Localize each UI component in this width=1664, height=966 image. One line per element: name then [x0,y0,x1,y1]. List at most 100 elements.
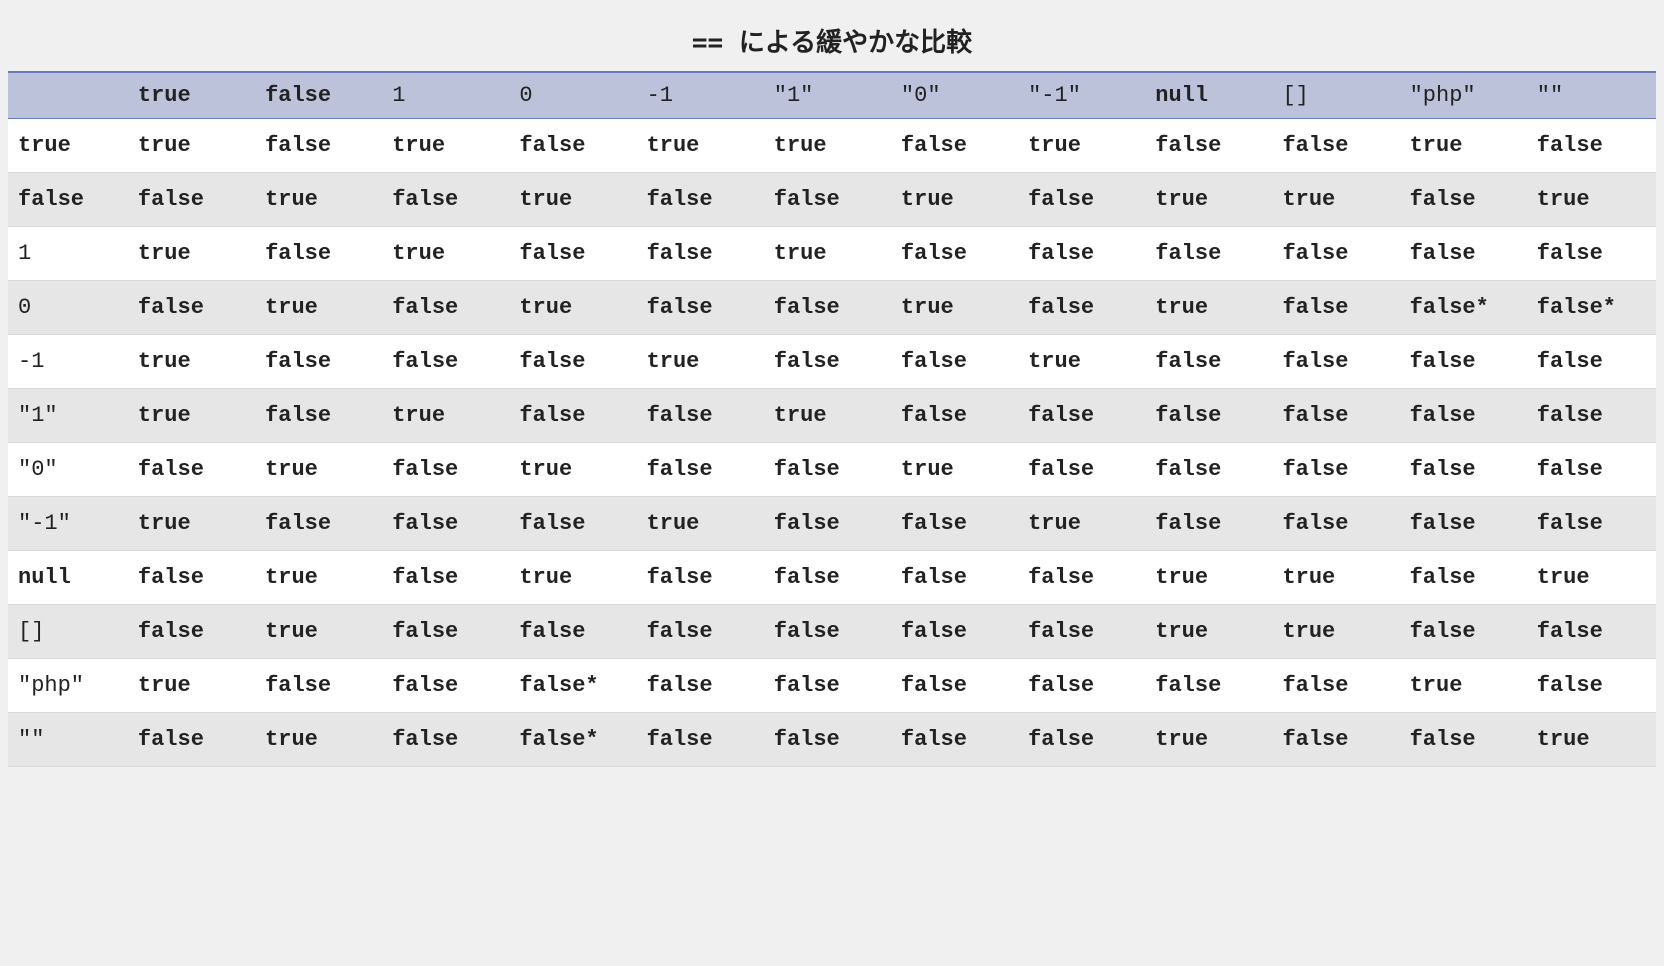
column-header: "-1" [1020,72,1147,119]
cell: false [893,551,1020,605]
row-header: "-1" [8,497,130,551]
cell: false [893,605,1020,659]
cell: false [639,659,766,713]
row-header: "" [8,713,130,767]
cell: false [511,335,638,389]
cell: true [257,713,384,767]
table-row: "1"truefalsetruefalsefalsetruefalsefalse… [8,389,1656,443]
cell: true [511,173,638,227]
cell: false [1020,605,1147,659]
cell: false [1529,119,1656,173]
table-row: "0"falsetruefalsetruefalsefalsetruefalse… [8,443,1656,497]
cell: false [1020,281,1147,335]
row-header: true [8,119,130,173]
cell: false [1020,713,1147,767]
cell: false [1274,659,1401,713]
column-header: "php" [1402,72,1529,119]
cell: true [639,497,766,551]
cell: false [130,173,257,227]
cell: false [639,605,766,659]
cell: false [893,659,1020,713]
cell: false [257,119,384,173]
cell: false [639,173,766,227]
cell: true [1529,713,1656,767]
cell: false [1020,659,1147,713]
cell: false [766,335,893,389]
cell: true [1147,551,1274,605]
cell: false* [511,713,638,767]
corner-cell [8,72,130,119]
cell: true [639,335,766,389]
cell: false [1529,443,1656,497]
cell: true [511,443,638,497]
table-body: truetruefalsetruefalsetruetruefalsetruef… [8,119,1656,767]
table-row: ""falsetruefalsefalse*falsefalsefalsefal… [8,713,1656,767]
cell: false [384,443,511,497]
cell: false [766,551,893,605]
cell: false [1402,389,1529,443]
row-header: "0" [8,443,130,497]
comparison-table: truefalse10-1"1""0""-1"null[]"php""" tru… [8,71,1656,767]
cell: false [893,713,1020,767]
cell: false [130,281,257,335]
cell: true [1147,281,1274,335]
cell: false [766,659,893,713]
cell: false [1020,443,1147,497]
row-header: "1" [8,389,130,443]
cell: false [511,605,638,659]
cell: false [511,497,638,551]
cell: false [639,443,766,497]
cell: false [893,335,1020,389]
cell: false [766,173,893,227]
table-row: nullfalsetruefalsetruefalsefalsefalsefal… [8,551,1656,605]
column-header: [] [1274,72,1401,119]
cell: false [1020,389,1147,443]
cell: true [893,173,1020,227]
cell: true [384,227,511,281]
cell: true [257,551,384,605]
column-header: 0 [511,72,638,119]
cell: false [1020,551,1147,605]
cell: true [384,389,511,443]
cell: true [257,281,384,335]
table-row: -1truefalsefalsefalsetruefalsefalsetruef… [8,335,1656,389]
cell: false [1147,227,1274,281]
cell: false [384,497,511,551]
table-row: "php"truefalsefalsefalse*falsefalsefalse… [8,659,1656,713]
cell: false [130,605,257,659]
cell: false [1274,713,1401,767]
cell: false [1274,389,1401,443]
cell: true [511,551,638,605]
cell: false [1147,443,1274,497]
cell: true [130,119,257,173]
cell: true [384,119,511,173]
cell: true [1020,119,1147,173]
cell: false [639,713,766,767]
cell: false [1402,335,1529,389]
column-header: false [257,72,384,119]
cell: false [1529,605,1656,659]
column-header: -1 [639,72,766,119]
cell: true [130,389,257,443]
cell: false [384,659,511,713]
cell: false [893,497,1020,551]
cell: false [1402,227,1529,281]
row-header: "php" [8,659,130,713]
cell: false [1020,173,1147,227]
cell: false [257,389,384,443]
cell: true [130,335,257,389]
cell: false [1529,659,1656,713]
cell: false [130,713,257,767]
cell: false [1529,335,1656,389]
cell: false [1274,119,1401,173]
cell: false [1274,497,1401,551]
cell: true [1274,551,1401,605]
cell: false [1274,335,1401,389]
cell: true [130,227,257,281]
row-header: 0 [8,281,130,335]
cell: false [1402,605,1529,659]
cell: false [257,659,384,713]
table-header-row: truefalse10-1"1""0""-1"null[]"php""" [8,72,1656,119]
cell: true [766,227,893,281]
cell: false [511,227,638,281]
